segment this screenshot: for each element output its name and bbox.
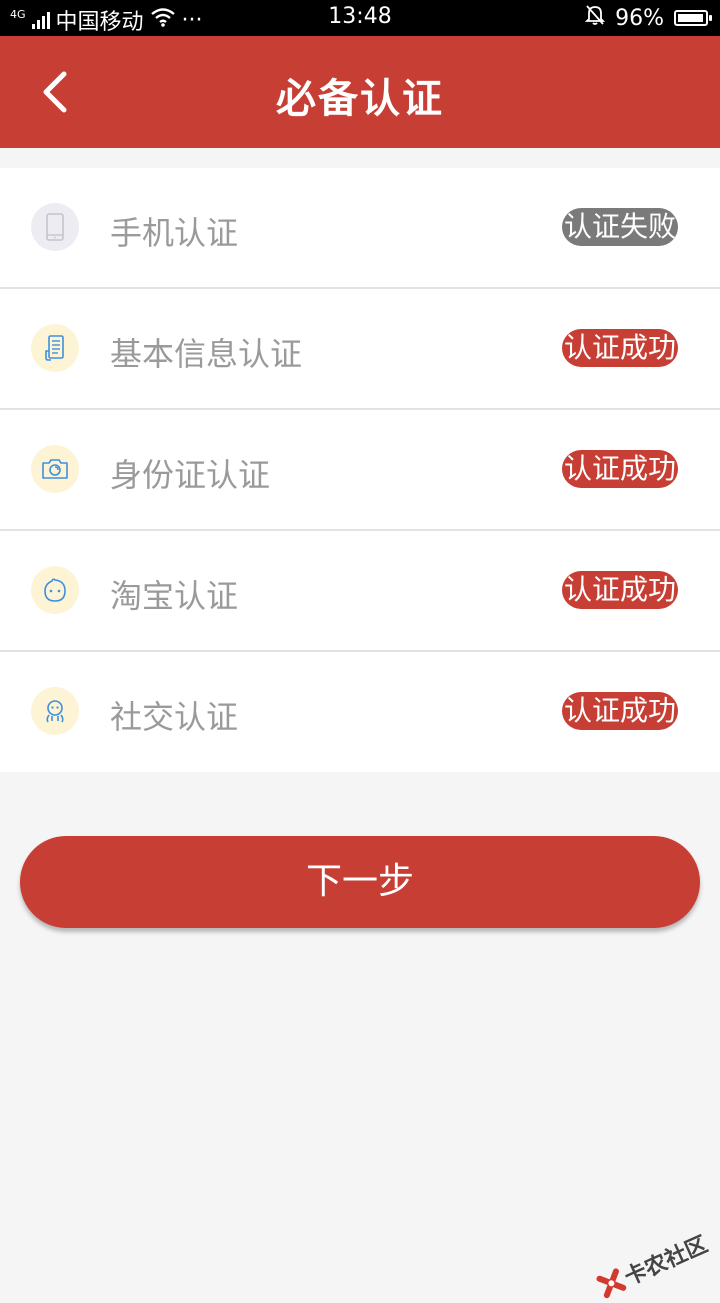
list-item-taobao[interactable]: 淘宝认证 认证成功 [0, 531, 720, 652]
status-right: 96% [585, 4, 708, 32]
item-label: 基本信息认证 [110, 329, 302, 375]
list-item-social[interactable]: 社交认证 认证成功 [0, 652, 720, 772]
status-badge: 认证失败 [562, 208, 678, 246]
status-badge: 认证成功 [562, 329, 678, 367]
verification-list: 手机认证 认证失败 基本信息认证 认证成功 身份证认证 认证成功 [0, 168, 720, 772]
status-badge: 认证成功 [562, 692, 678, 730]
battery-fill [678, 14, 703, 22]
app-header: 必备认证 [0, 36, 720, 148]
social-icon [31, 687, 79, 735]
list-item-phone[interactable]: 手机认证 认证失败 [0, 168, 720, 289]
document-icon [31, 324, 79, 372]
list-item-id-card[interactable]: 身份证认证 认证成功 [0, 410, 720, 531]
bell-muted-icon [585, 4, 605, 32]
next-step-button[interactable]: 下一步 [20, 836, 700, 928]
item-label: 淘宝认证 [110, 571, 238, 617]
watermark: 卡农社区 [593, 1227, 712, 1303]
taobao-icon [31, 566, 79, 614]
item-label: 手机认证 [110, 208, 238, 254]
item-label: 社交认证 [110, 692, 238, 738]
status-badge: 认证成功 [562, 571, 678, 609]
battery-icon [674, 10, 708, 26]
camera-icon [31, 445, 79, 493]
page-title: 必备认证 [0, 66, 720, 124]
item-label: 身份证认证 [110, 450, 270, 496]
status-bar: 4G 中国移动 ··· 13:48 96% [0, 0, 720, 36]
phone-icon [31, 203, 79, 251]
status-badge: 认证成功 [562, 450, 678, 488]
battery-percent: 96% [615, 6, 664, 31]
list-item-basic-info[interactable]: 基本信息认证 认证成功 [0, 289, 720, 410]
watermark-text: 卡农社区 [619, 1227, 712, 1292]
